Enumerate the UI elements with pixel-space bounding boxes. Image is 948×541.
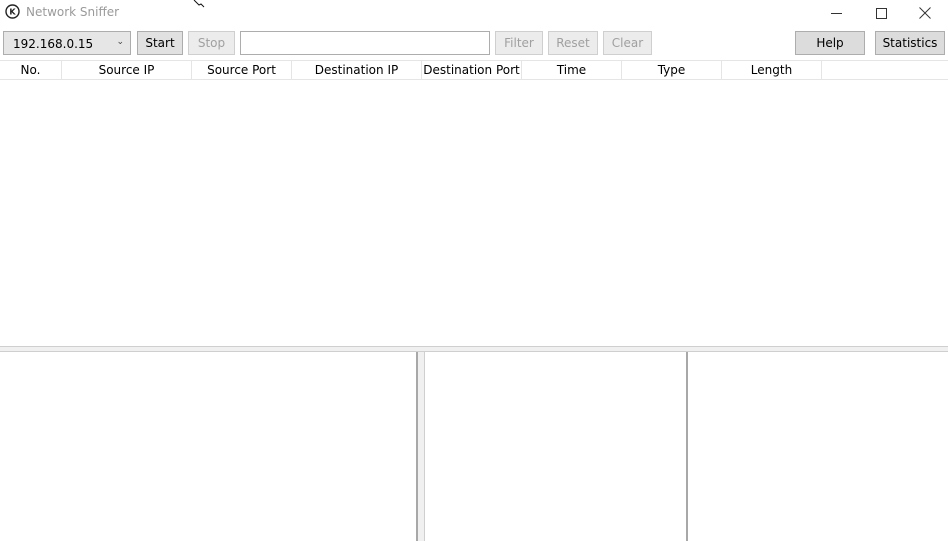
clear-button[interactable]: Clear (603, 31, 652, 55)
column-header-destination-port[interactable]: Destination Port (422, 61, 522, 79)
minimize-icon (830, 12, 842, 14)
packet-list[interactable] (0, 80, 948, 346)
close-button[interactable] (902, 0, 948, 26)
window-title: Network Sniffer (26, 5, 120, 19)
title-bar: K Network Sniffer (0, 0, 948, 26)
app-logo-icon: K (5, 4, 20, 19)
filter-input[interactable] (240, 31, 490, 55)
interface-select-value: 192.168.0.15 (13, 37, 94, 51)
stop-button[interactable]: Stop (188, 31, 235, 55)
packet-hex-pane[interactable] (424, 352, 688, 541)
column-header-no[interactable]: No. (0, 61, 62, 79)
svg-text:K: K (9, 8, 16, 17)
column-header-destination-ip[interactable]: Destination IP (292, 61, 422, 79)
column-header-source-ip[interactable]: Source IP (62, 61, 192, 79)
start-button[interactable]: Start (137, 31, 183, 55)
reset-button[interactable]: Reset (548, 31, 598, 55)
maximize-icon (875, 7, 887, 19)
close-icon (919, 7, 931, 19)
mouse-cursor-icon (193, 0, 205, 8)
packet-table-header: No. Source IP Source Port Destination IP… (0, 60, 948, 80)
column-header-length[interactable]: Length (722, 61, 822, 79)
column-header-source-port[interactable]: Source Port (192, 61, 292, 79)
packet-details-pane[interactable] (0, 352, 418, 541)
column-header-time[interactable]: Time (522, 61, 622, 79)
statistics-button[interactable]: Statistics (875, 31, 945, 55)
chevron-down-icon: ⌄ (116, 37, 124, 47)
help-button[interactable]: Help (795, 31, 865, 55)
packet-ascii-pane[interactable] (688, 352, 948, 541)
column-header-type[interactable]: Type (622, 61, 722, 79)
minimize-button[interactable] (813, 0, 859, 26)
interface-select[interactable]: 192.168.0.15 ⌄ (3, 31, 131, 55)
filter-button[interactable]: Filter (495, 31, 543, 55)
maximize-button[interactable] (858, 0, 904, 26)
